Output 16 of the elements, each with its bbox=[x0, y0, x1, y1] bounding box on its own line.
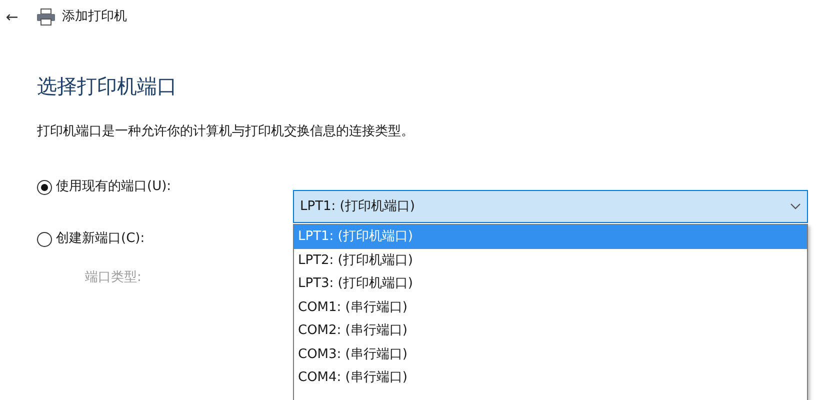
description-text: 打印机端口是一种允许你的计算机与打印机交换信息的连接类型。 bbox=[37, 123, 414, 141]
window-title: 添加打印机 bbox=[62, 8, 127, 26]
chevron-down-icon bbox=[790, 203, 801, 210]
page-heading: 选择打印机端口 bbox=[37, 73, 177, 100]
port-list-item[interactable]: COM3: (串行端口) bbox=[294, 342, 807, 366]
printer-icon bbox=[36, 8, 56, 26]
port-combobox[interactable]: LPT1: (打印机端口) bbox=[293, 190, 808, 223]
port-list-item[interactable]: COM2: (串行端口) bbox=[294, 319, 807, 342]
port-list-item[interactable]: LPT2: (打印机端口) bbox=[294, 248, 807, 272]
radio-option[interactable]: 创建新端口(C): bbox=[37, 228, 145, 250]
port-list-item[interactable]: COM4: (串行端口) bbox=[294, 366, 807, 390]
port-list-item[interactable]: COM1: (串行端口) bbox=[294, 296, 807, 319]
port-list-item[interactable]: LPT3: (打印机端口) bbox=[294, 272, 807, 296]
port-type-label: 端口类型: bbox=[85, 269, 142, 287]
back-button[interactable]: ← bbox=[2, 6, 22, 28]
radio-option[interactable]: 使用现有的端口(U): bbox=[37, 176, 172, 198]
